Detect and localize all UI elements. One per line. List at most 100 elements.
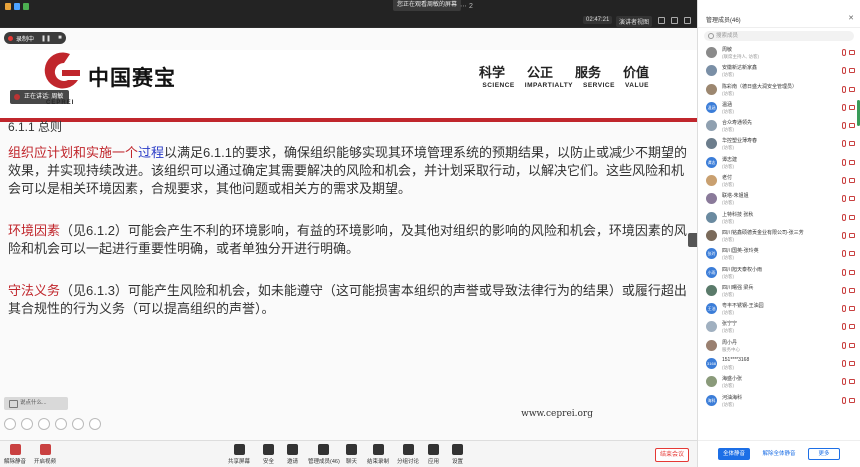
mic-off-icon[interactable] xyxy=(842,250,846,258)
camera-off-icon[interactable] xyxy=(849,287,855,293)
more-dots-icon[interactable]: ⋯ 2 xyxy=(460,2,473,10)
camera-off-icon[interactable] xyxy=(849,342,855,348)
mic-off-icon[interactable] xyxy=(842,378,846,386)
chat-button[interactable]: 聊天 xyxy=(346,444,357,465)
end-meeting-button[interactable]: 结束会议 xyxy=(655,448,689,462)
recording-indicator[interactable]: 录制中 ❚❚ ■ xyxy=(4,32,66,44)
participant-role: (访客) xyxy=(722,218,734,224)
participant-row[interactable]: 联塔-朱姐姐 (访客) xyxy=(698,190,860,208)
viewing-banner[interactable]: 您正在观看周敏的屏幕 xyxy=(393,0,462,11)
camera-off-icon[interactable] xyxy=(849,50,855,55)
panel-collapse-handle[interactable] xyxy=(688,233,697,247)
view-mode-button[interactable]: 演讲者视图 xyxy=(616,16,653,27)
annotation-tool-icon[interactable] xyxy=(38,418,50,430)
participant-row[interactable]: 谭志 谭志建 (访客) xyxy=(698,154,860,172)
camera-off-icon[interactable] xyxy=(849,269,855,275)
unmute-button[interactable]: 解除静音 xyxy=(4,444,26,465)
pause-record-icon[interactable]: ❚❚ xyxy=(41,35,51,42)
mic-off-icon[interactable] xyxy=(842,305,846,313)
annotation-tool-icon[interactable] xyxy=(89,418,101,430)
mic-off-icon[interactable] xyxy=(842,323,846,331)
participant-row[interactable]: 小雨 四川旭天泰权小雨 (访客) xyxy=(698,264,860,282)
video-button[interactable]: 开启视频 xyxy=(34,444,56,465)
stop-record-button[interactable]: 结束录制 xyxy=(367,444,389,465)
camera-off-icon[interactable] xyxy=(849,86,855,92)
participant-row[interactable]: 海盛小张 (访客) xyxy=(698,373,860,391)
participant-row[interactable]: 温涵 温涵 (访客) xyxy=(698,99,860,117)
stop-record-icon[interactable]: ■ xyxy=(58,35,62,41)
annotation-tool-icon[interactable] xyxy=(55,418,67,430)
security-button[interactable]: 安全 xyxy=(263,444,274,465)
participant-row[interactable]: 四川曙强 梁兵 (访客) xyxy=(698,282,860,300)
apps-button[interactable]: 应用 xyxy=(428,444,439,465)
participant-row[interactable]: 陈彩南（德日盛大润安全管理员） (访客) xyxy=(698,81,860,99)
camera-off-icon[interactable] xyxy=(849,141,855,147)
participant-row[interactable]: 华控塑业薄寿春 (访客) xyxy=(698,135,860,153)
participant-row[interactable]: 老付 (访客) xyxy=(698,172,860,190)
mic-off-icon[interactable] xyxy=(842,341,846,349)
participant-row[interactable]: 3168 151****3168 (访客) xyxy=(698,355,860,373)
member-search-input[interactable]: 搜索成员 xyxy=(704,31,854,41)
camera-off-icon[interactable] xyxy=(849,123,855,129)
participant-row[interactable]: 周小丹 服务中心 xyxy=(698,337,860,355)
fullscreen-icon[interactable] xyxy=(658,17,665,24)
mic-off-icon[interactable] xyxy=(842,396,846,404)
mic-off-icon[interactable] xyxy=(842,286,846,294)
mic-off-icon[interactable] xyxy=(842,49,846,56)
section-title: 6.1.1 总则 xyxy=(8,120,63,134)
camera-off-icon[interactable] xyxy=(849,306,855,312)
participant-row[interactable]: 张玲 四川国英-张玲英 (访客) xyxy=(698,245,860,263)
camera-off-icon[interactable] xyxy=(849,68,855,74)
paragraph-compliance: 守法义务（见6.1.3）可能产生风险和机会，如未能遵守（这可能损害本组织的声誉或… xyxy=(8,282,688,318)
invite-button[interactable]: 邀请 xyxy=(287,444,298,465)
chat-quick-input[interactable]: 说点什么... xyxy=(4,397,68,410)
mic-off-icon[interactable] xyxy=(842,103,846,111)
annotation-tool-icon[interactable] xyxy=(72,418,84,430)
camera-off-icon[interactable] xyxy=(849,397,855,403)
camera-off-icon[interactable] xyxy=(849,214,855,220)
mic-off-icon[interactable] xyxy=(842,158,846,166)
camera-off-icon[interactable] xyxy=(849,178,855,184)
stop-record-label: 结束录制 xyxy=(367,459,390,465)
annotation-tool-icon[interactable] xyxy=(21,418,33,430)
participant-row[interactable]: 四川铭鑫硕德贡金业有限公司-张三芳 (访客) xyxy=(698,227,860,245)
meeting-timer: 02:47:21 xyxy=(583,16,613,24)
camera-off-icon[interactable] xyxy=(849,361,855,367)
camera-off-icon[interactable] xyxy=(849,104,855,110)
members-button[interactable]: 管理成员(46) xyxy=(308,444,340,465)
mic-off-icon[interactable] xyxy=(842,122,846,130)
mic-off-icon[interactable] xyxy=(842,195,846,203)
participant-row[interactable]: 合众寿通领先 (访客) xyxy=(698,117,860,135)
participant-row[interactable]: 海科 河油海科 (访客) xyxy=(698,392,860,410)
window-icon[interactable] xyxy=(671,17,678,24)
mic-off-icon[interactable] xyxy=(842,67,846,75)
camera-off-icon[interactable] xyxy=(849,159,855,165)
participant-row[interactable]: 王油 粤丰不锈钢-王油园 (访客) xyxy=(698,300,860,318)
participant-row[interactable]: 上特科技 张秋 (访客) xyxy=(698,209,860,227)
camera-off-icon[interactable] xyxy=(849,379,855,385)
breakout-button[interactable]: 分组讨论 xyxy=(397,444,419,465)
mute-all-button[interactable]: 全体静音 xyxy=(718,448,750,460)
network-signal-icon[interactable] xyxy=(5,3,29,10)
settings-button[interactable]: 设置 xyxy=(452,444,463,465)
close-view-icon[interactable] xyxy=(684,17,691,24)
close-icon[interactable]: ✕ xyxy=(848,14,854,22)
camera-off-icon[interactable] xyxy=(849,251,855,257)
more-button[interactable]: 更多 xyxy=(808,448,840,460)
mic-off-icon[interactable] xyxy=(842,140,846,148)
camera-off-icon[interactable] xyxy=(849,196,855,202)
share-screen-button[interactable]: 共享屏幕 xyxy=(228,444,250,465)
camera-off-icon[interactable] xyxy=(849,232,855,238)
mic-off-icon[interactable] xyxy=(842,213,846,221)
participant-row[interactable]: 张宁宁 (访客) xyxy=(698,318,860,336)
mic-off-icon[interactable] xyxy=(842,360,846,368)
mic-off-icon[interactable] xyxy=(842,231,846,239)
mic-off-icon[interactable] xyxy=(842,177,846,185)
participant-row[interactable]: 周敏 (联席主持人, 访客) xyxy=(698,44,860,62)
mic-off-icon[interactable] xyxy=(842,268,846,276)
participant-row[interactable]: 安徽新达新家鑫 (访客) xyxy=(698,62,860,80)
camera-off-icon[interactable] xyxy=(849,324,855,330)
unmute-all-button[interactable]: 解除全体静音 xyxy=(760,448,798,460)
mic-off-icon[interactable] xyxy=(842,85,846,93)
annotation-tool-icon[interactable] xyxy=(4,418,16,430)
